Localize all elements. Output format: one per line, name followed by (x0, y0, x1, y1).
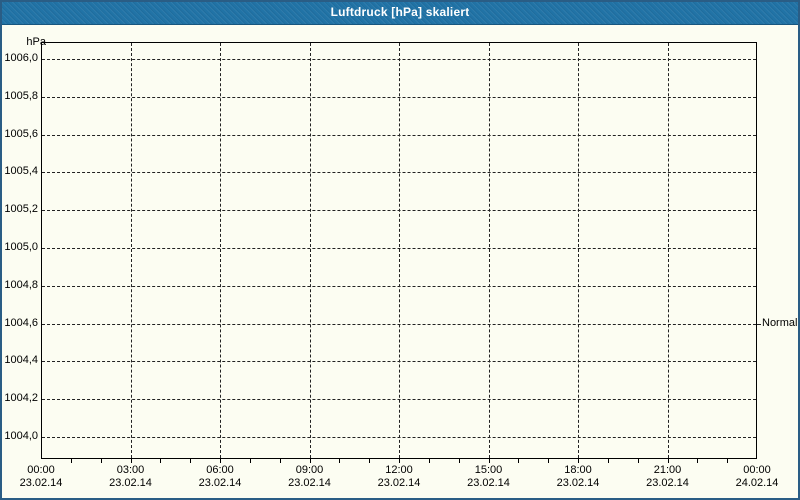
y-tick-label: 1005,8 (4, 89, 38, 102)
y-tick-label: 1005,2 (4, 203, 38, 216)
x-tick-time-label: 15:00 (474, 464, 503, 476)
x-axis-tick (429, 459, 430, 463)
x-tick-date-label: 23.02.14 (377, 477, 421, 489)
x-axis-tick (101, 459, 102, 463)
x-axis-tick (638, 459, 639, 463)
x-axis-tick (310, 459, 311, 463)
x-axis-tick (399, 459, 400, 463)
x-tick-time-label: 12:00 (385, 464, 413, 476)
x-axis-tick (578, 459, 579, 463)
x-axis-tick (459, 459, 460, 463)
chart-area: hPa 1006,0 1005,8 1005,6 1005,4 1005,2 1005,0… (0, 0, 800, 500)
x-axis-tick (489, 459, 490, 463)
x-tick-date-label: 23.02.14 (19, 477, 63, 489)
x-tick-date-label: 23.02.14 (556, 477, 600, 489)
x-axis-tick (608, 459, 609, 463)
x-axis-tick (518, 459, 519, 463)
x-tick-date-label: 24.02.14 (735, 477, 779, 489)
x-axis-tick (71, 459, 72, 463)
x-tick-time-label: 03:00 (116, 464, 145, 476)
v-gridline (309, 43, 311, 458)
x-axis-tick (548, 459, 549, 463)
x-axis-tick (697, 459, 698, 463)
x-tick-date-label: 23.02.14 (198, 477, 242, 489)
y-axis-unit-label: hPa (26, 36, 46, 48)
v-gridline (488, 43, 490, 458)
y-tick-label: 1004,2 (4, 392, 38, 405)
x-tick-date-label: 23.02.14 (467, 477, 510, 489)
x-axis-tick (369, 459, 370, 463)
x-tick-time-label: 18:00 (564, 464, 592, 476)
x-axis-tick (339, 459, 340, 463)
x-axis-tick (250, 459, 251, 463)
x-tick-date-label: 23.02.14 (109, 477, 152, 489)
normal-annotation-tick (757, 323, 761, 325)
x-axis-tick (668, 459, 669, 463)
x-axis-tick (160, 459, 161, 463)
y-tick-label: 1006,0 (4, 52, 38, 64)
v-gridline (220, 43, 221, 458)
normal-annotation-label: Normal (762, 316, 798, 329)
x-axis-tick (220, 459, 221, 463)
y-tick-label: 1004,0 (4, 430, 38, 442)
x-axis-tick (727, 459, 728, 463)
v-gridline (667, 43, 669, 458)
x-tick-date-label: 23.02.14 (288, 477, 331, 489)
x-tick-time-label: 00:00 (27, 464, 55, 476)
y-tick-label: 1005,0 (4, 241, 38, 253)
y-tick-label: 1005,6 (4, 127, 38, 140)
y-tick-label: 1004,6 (4, 316, 38, 329)
v-gridline (130, 43, 132, 458)
y-tick-label: 1004,4 (4, 354, 38, 367)
y-tick-label: 1005,4 (4, 165, 38, 178)
x-tick-time-label: 21:00 (653, 464, 682, 476)
x-axis-tick (280, 459, 281, 463)
y-tick-label: 1004,8 (4, 278, 38, 291)
x-axis-tick (131, 459, 132, 463)
chart-window: Luftdruck [hPa] skaliert hPa 1006,0 1005,… (0, 0, 800, 500)
x-tick-time-label: 09:00 (295, 464, 324, 476)
v-gridline (399, 43, 400, 458)
v-gridline (578, 43, 579, 458)
x-tick-time-label: 06:00 (206, 464, 234, 476)
x-tick-date-label: 23.02.14 (646, 477, 689, 489)
x-axis-tick (190, 459, 191, 463)
x-tick-time-label: 00:00 (743, 464, 771, 476)
